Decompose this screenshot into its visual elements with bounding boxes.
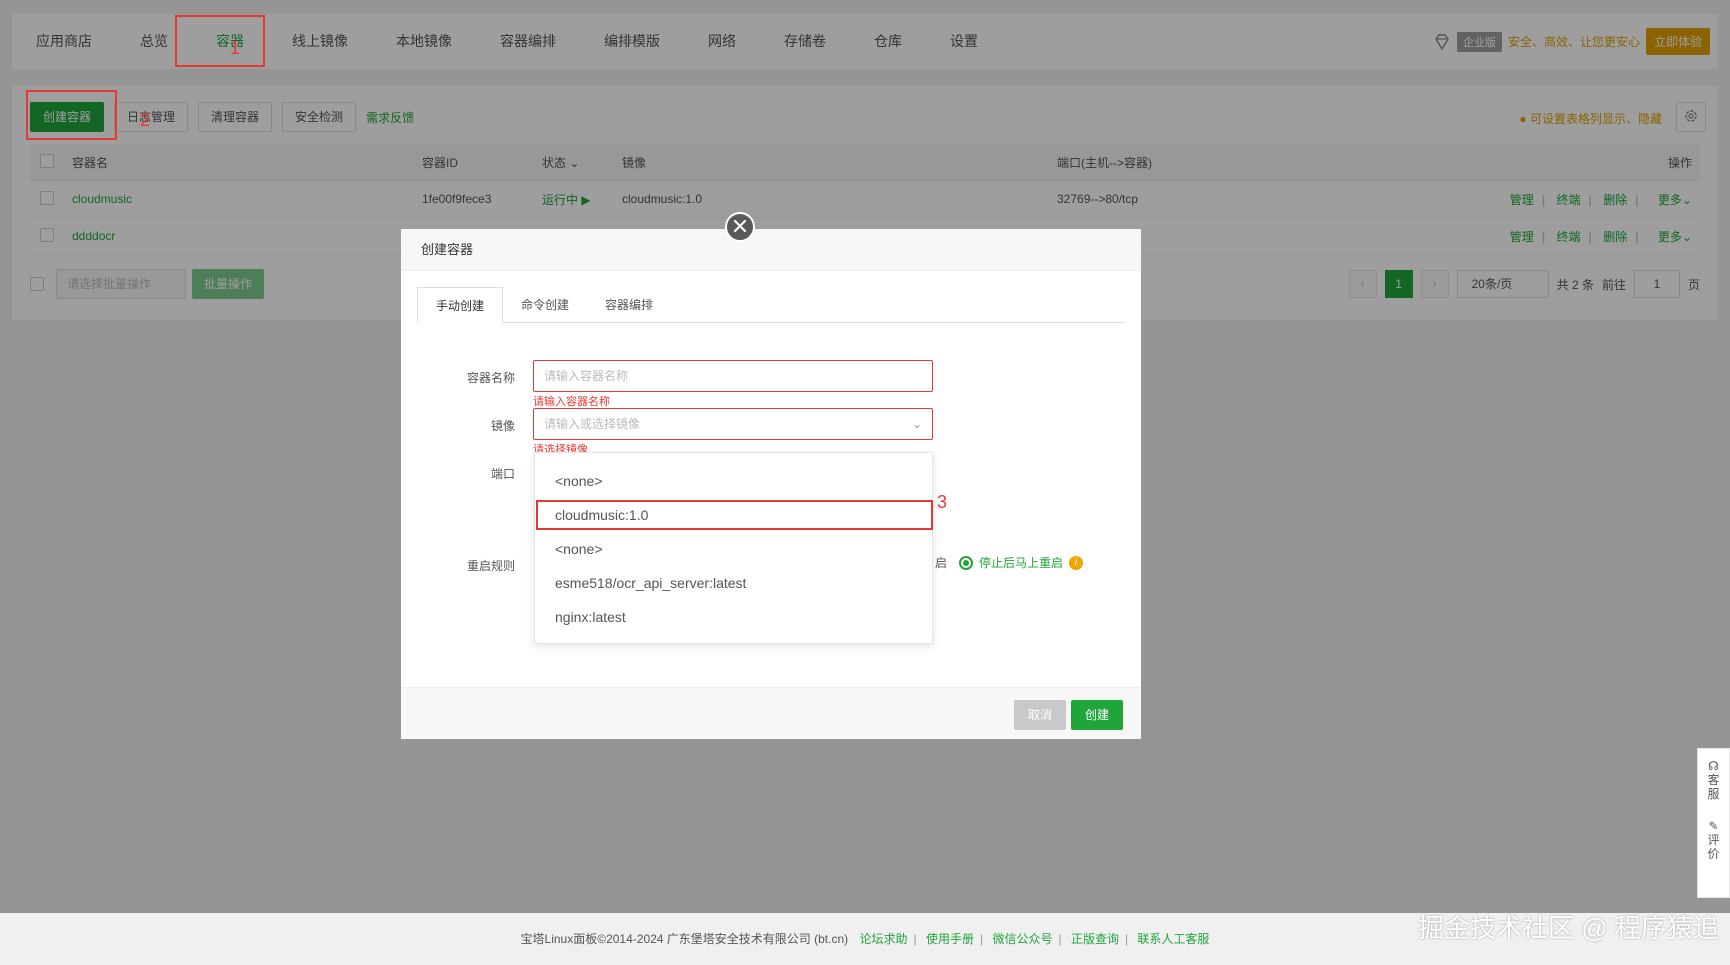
tab-compose-create[interactable]: 容器编排 bbox=[587, 287, 671, 322]
footer-link-wechat[interactable]: 微信公众号 bbox=[992, 932, 1052, 946]
headset-icon: ☊ bbox=[1708, 759, 1719, 773]
image-label: 镜像 bbox=[490, 419, 515, 433]
annotation-box bbox=[26, 90, 117, 140]
dropdown-option[interactable]: <none> bbox=[535, 532, 932, 566]
create-button[interactable]: 创建 bbox=[1071, 700, 1124, 730]
container-name-input[interactable]: 请输入容器名称 bbox=[533, 360, 933, 392]
customer-service-button[interactable]: ☊ 客服 bbox=[1707, 759, 1721, 801]
annotation-number: 2 bbox=[140, 110, 151, 130]
port-label: 端口 bbox=[490, 467, 515, 481]
restart-partial-label: 启 bbox=[935, 556, 948, 570]
image-select[interactable]: 请输入或选择镜像 ⌄ bbox=[533, 408, 933, 440]
dropdown-option[interactable]: nginx:latest bbox=[535, 600, 932, 634]
tab-manual-create[interactable]: 手动创建 bbox=[417, 287, 504, 323]
restart-policy-label: 重启规则 bbox=[466, 559, 515, 573]
footer-link-forum[interactable]: 论坛求助 bbox=[859, 932, 907, 946]
footer-link-manual[interactable]: 使用手册 bbox=[926, 932, 974, 946]
radio-checked-icon bbox=[959, 555, 973, 570]
dialog-tabs: 手动创建 命令创建 容器编排 bbox=[417, 287, 1125, 323]
dialog-title: 创建容器 bbox=[401, 229, 1141, 271]
edit-icon: ✎ bbox=[1708, 819, 1719, 833]
watermark: 掘金技术社区 @ 程序猿追 bbox=[1418, 913, 1719, 943]
image-select-placeholder: 请输入或选择镜像 bbox=[544, 417, 641, 431]
cancel-button[interactable]: 取消 bbox=[1014, 700, 1067, 730]
footer-link-license[interactable]: 正版查询 bbox=[1071, 932, 1119, 946]
footer-link-support[interactable]: 联系人工客服 bbox=[1137, 932, 1209, 946]
restart-option-label: 停止后马上重启 bbox=[979, 556, 1064, 570]
chevron-down-icon: ⌄ bbox=[911, 417, 922, 431]
customer-service-label: 客服 bbox=[1707, 773, 1720, 801]
dropdown-option[interactable]: <none> bbox=[535, 464, 932, 498]
rate-label: 评价 bbox=[1707, 833, 1720, 861]
info-icon[interactable]: i bbox=[1069, 555, 1084, 570]
dialog-footer: 取消 创建 bbox=[401, 687, 1141, 739]
copyright-text: 宝塔Linux面板©2014-2024 广东堡塔安全技术有限公司 (bt.cn) bbox=[520, 932, 849, 946]
annotation-box bbox=[536, 500, 933, 530]
restart-policy-option[interactable]: 停止后马上重启 i bbox=[959, 554, 1084, 571]
rate-button[interactable]: ✎ 评价 bbox=[1707, 819, 1721, 861]
image-dropdown: <none> cloudmusic:1.0 <none> esme518/ocr… bbox=[534, 452, 933, 644]
close-icon bbox=[733, 219, 747, 236]
side-float-bar: ☊ 客服 ✎ 评价 bbox=[1697, 748, 1730, 898]
close-dialog-button[interactable] bbox=[725, 212, 755, 242]
container-name-label: 容器名称 bbox=[466, 371, 515, 385]
annotation-number: 3 bbox=[937, 492, 948, 512]
annotation-box bbox=[175, 15, 265, 67]
tab-command-create[interactable]: 命令创建 bbox=[503, 287, 587, 322]
dropdown-option[interactable]: esme518/ocr_api_server:latest bbox=[535, 566, 932, 600]
container-name-error: 请输入容器名称 bbox=[533, 396, 610, 408]
annotation-number: 1 bbox=[230, 38, 241, 58]
